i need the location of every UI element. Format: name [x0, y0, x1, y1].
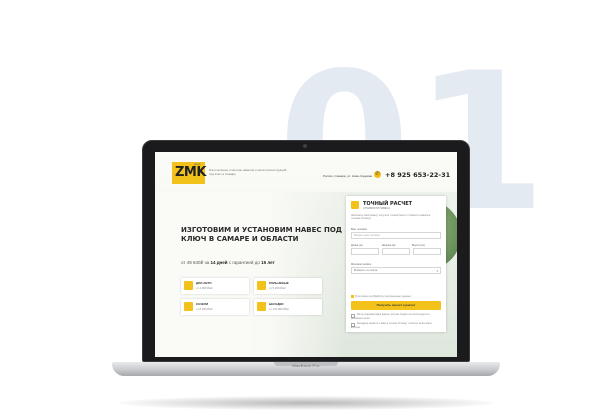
consent-text: Я согласен на обработку персональных дан… [355, 295, 411, 299]
logo-sub: group [194, 163, 201, 166]
laptop-screen: ZMK group Изготовление и монтаж навесов … [155, 152, 457, 357]
width-label: Ширина (м) [382, 244, 396, 247]
chevron-down-icon: ▾ [436, 269, 438, 273]
card-for-car[interactable]: ДЛЯ АВТО от 4 900 ₽/м² [181, 278, 249, 294]
calculation-form: ТОЧНЫЙ РАСЧЕТ СТОИМОСТИ НАВЕСА Заполните… [346, 196, 446, 332]
price-middle: с гарантией до [228, 260, 260, 265]
length-label: Длина (м) [351, 244, 363, 247]
price-prefix: от 49 840₽ за [181, 260, 210, 265]
card-price: от 5 200 ₽/м² [269, 286, 286, 290]
site-address: Россия, Самара, ул. Ново-Садовая [323, 174, 373, 178]
phone-input[interactable]: Введите ваш телефон [351, 232, 441, 239]
calculator-icon [351, 201, 359, 209]
laptop-shadow [118, 396, 494, 410]
swing-icon [184, 302, 193, 311]
hero-price-line: от 49 840₽ за 14 дней с гарантией до 15 … [181, 260, 275, 266]
card-price: от 170 000 ₽/м² [269, 307, 289, 311]
site-tagline: Изготовление и монтаж навесов и металлок… [209, 168, 287, 176]
presentation-stage: 01 ZMK group Изготовление и монтаж навес… [0, 0, 612, 418]
card-swings[interactable]: КАЧЕЛИ от 8 400 ₽/м² [181, 299, 249, 315]
phone-icon: ✆ [374, 171, 381, 178]
select-value: Выберите из списка [354, 269, 378, 272]
privacy-note: Мы не передаем ваши данные третьим лицам… [351, 314, 441, 321]
form-subtitle: СТОИМОСТИ НАВЕСА [363, 207, 390, 210]
card-gazebo[interactable]: БЕСЕДКИ от 170 000 ₽/м² [254, 299, 322, 315]
laptop-lid: ZMK group Изготовление и монтаж навесов … [142, 140, 470, 362]
camera-icon [303, 144, 307, 148]
note-text: Менеджер свяжется с вами в течение 15 ми… [351, 323, 432, 329]
width-input[interactable] [382, 248, 410, 255]
form-description: Заполните свой номер, получите точный ра… [351, 214, 431, 221]
hero-fade-overlay [155, 192, 345, 357]
submit-button[interactable]: Получить проект и расчет [351, 301, 441, 310]
length-input[interactable] [351, 248, 379, 255]
device-label: MacBook Pro [292, 363, 320, 368]
roof-material-select[interactable]: Выберите из списка ▾ [351, 267, 441, 274]
card-roller[interactable]: РОЛЬНЕВЫЕ от 5 200 ₽/м² [254, 278, 322, 294]
phone-link[interactable]: +8 925 653-22-31 [385, 171, 450, 179]
car-icon [184, 281, 193, 290]
card-title: РОЛЬНЕВЫЕ [269, 281, 289, 285]
site-logo[interactable]: ZMK group [172, 162, 206, 184]
logo-text: ZMK [175, 165, 206, 180]
note-text: Мы не передаем ваши данные третьим лицам… [351, 314, 430, 320]
hero-headline: ИЗГОТОВИМ И УСТАНОВИМ НАВЕС ПОД КЛЮЧ В С… [181, 226, 343, 243]
gazebo-icon [257, 302, 266, 311]
phone-label: Ваш телефон [351, 228, 367, 231]
price-days: 14 дней [210, 260, 228, 265]
card-price: от 8 400 ₽/м² [196, 307, 213, 311]
roof-material-label: Материал кровли [351, 263, 372, 266]
roller-icon [257, 281, 266, 290]
card-title: ДЛЯ АВТО [196, 281, 212, 285]
callback-note: Менеджер свяжется с вами в течение 15 ми… [351, 323, 441, 330]
card-title: БЕСЕДКИ [269, 302, 284, 306]
card-price: от 4 900 ₽/м² [196, 286, 213, 290]
card-title: КАЧЕЛИ [196, 302, 209, 306]
consent-checkbox[interactable]: Я согласен на обработку персональных дан… [351, 295, 411, 298]
height-label: Высота (м) [412, 244, 425, 247]
checkbox-icon [351, 295, 354, 298]
site-header: ZMK group Изготовление и монтаж навесов … [155, 152, 457, 192]
price-years: 15 лет [261, 260, 275, 265]
height-input[interactable] [413, 248, 441, 255]
